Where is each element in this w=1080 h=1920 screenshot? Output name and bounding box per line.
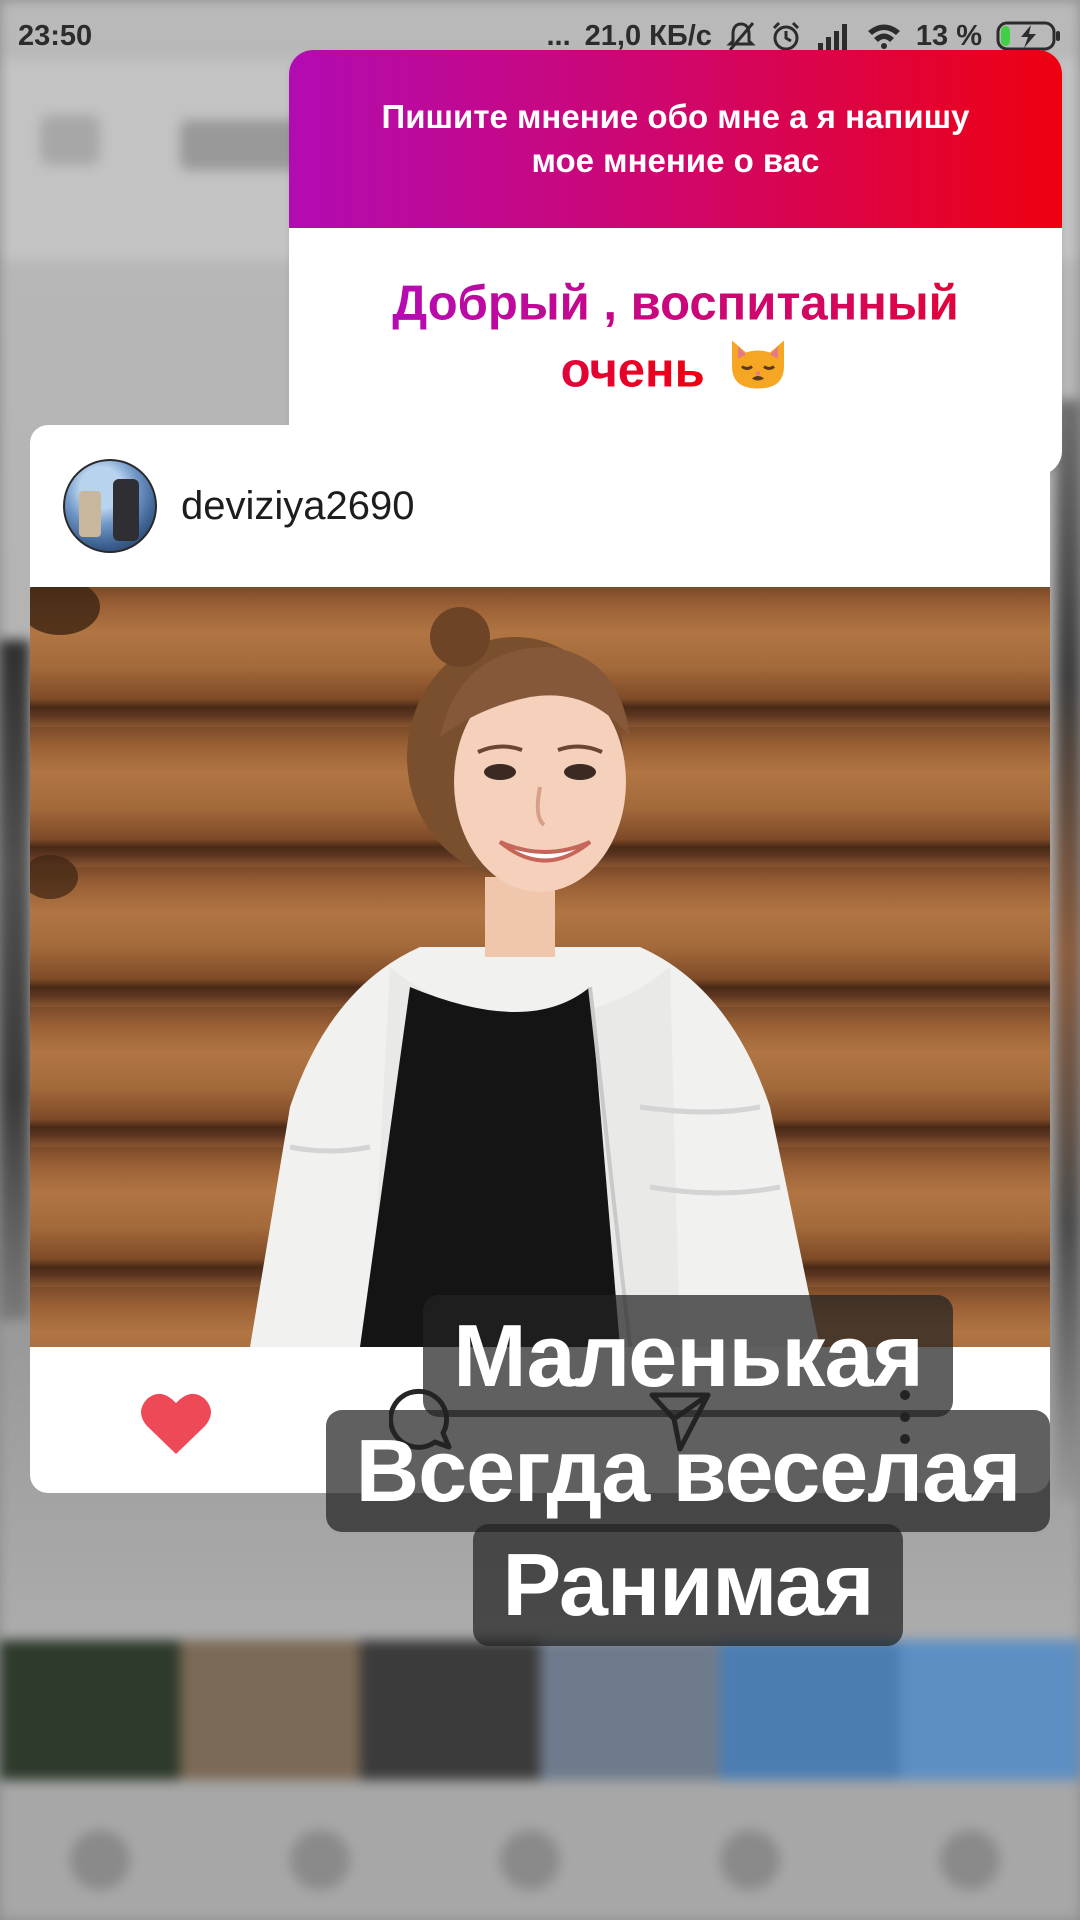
caption-text-2: Всегда веселая — [325, 1410, 1051, 1532]
mute-bell-icon — [726, 20, 756, 52]
battery-percent: 13 % — [915, 19, 982, 52]
caption-line-2: Всегда веселая — [313, 1410, 1063, 1532]
bg-bottom-nav — [0, 1780, 1080, 1920]
like-button[interactable] — [136, 1387, 216, 1459]
status-time: 23:50 — [18, 19, 93, 52]
answer-text: Добрый , воспитанный очень — [392, 276, 959, 398]
status-icons: ... 21,0 КБ/с 13 % — [546, 20, 1062, 53]
caption-line-1: Маленькая — [403, 1295, 973, 1417]
post-header[interactable]: deviziya2690 — [30, 425, 1050, 587]
caption-line-3: Ранимая — [466, 1524, 910, 1646]
question-answer: Добрый , воспитанный очень — [289, 271, 1062, 410]
status-dots: ... — [546, 19, 571, 52]
wifi-icon — [866, 22, 902, 50]
network-speed: 21,0 КБ/с — [584, 19, 712, 52]
post-photo[interactable] — [30, 587, 1050, 1347]
question-header: Пишите мнение обо мне а я напишу мое мне… — [289, 50, 1062, 228]
avatar[interactable] — [63, 459, 157, 553]
bg-right-strip — [1056, 400, 1080, 1500]
alarm-icon — [770, 20, 802, 52]
caption-text-3: Ранимая — [472, 1524, 904, 1646]
question-text: Пишите мнение обо мне а я напишу мое мне… — [381, 98, 970, 179]
heart-icon — [141, 1393, 211, 1454]
question-sticker: Пишите мнение обо мне а я напишу мое мне… — [289, 50, 1062, 475]
post-photo-illustration — [30, 587, 820, 1347]
caption-text-1: Маленькая — [423, 1295, 953, 1417]
battery-charging-icon — [996, 20, 1062, 52]
bg-photo-grid — [0, 1640, 1080, 1780]
cat-face-icon — [726, 337, 790, 410]
bg-back-arrow — [40, 115, 100, 165]
post-username[interactable]: deviziya2690 — [181, 484, 415, 529]
signal-icon — [816, 21, 852, 51]
bg-left-strip — [0, 640, 30, 1320]
